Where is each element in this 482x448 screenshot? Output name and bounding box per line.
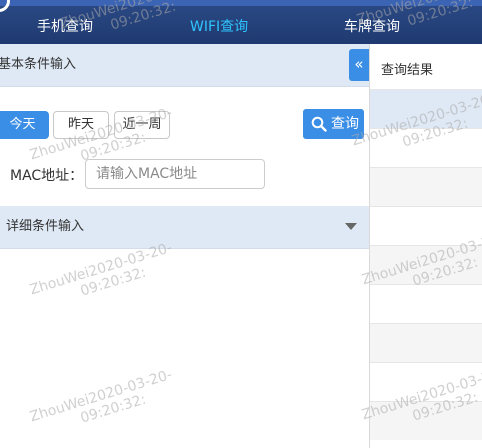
tab-phone-query[interactable]: 手机查询	[37, 18, 93, 36]
results-row	[370, 206, 482, 245]
basic-conditions-header: 基本条件输入	[0, 44, 369, 87]
caret-down-icon	[345, 223, 357, 230]
results-row	[370, 362, 482, 401]
today-button[interactable]: 今天	[0, 111, 49, 139]
results-row	[370, 401, 482, 440]
query-button[interactable]: 查询	[303, 109, 364, 139]
query-conditions-panel: 基本条件输入 « 今天 昨天 近一周 查询 MAC地址： 详细条件输入	[0, 44, 369, 448]
detail-conditions-header[interactable]: 详细条件输入	[0, 206, 369, 249]
double-chevron-left-icon[interactable]: «	[349, 49, 369, 81]
last-week-button[interactable]: 近一周	[114, 111, 170, 139]
tab-wifi-query[interactable]: WIFI查询	[190, 18, 248, 36]
query-results-title: 查询结果	[381, 63, 434, 78]
query-results-panel: 查询结果	[369, 44, 482, 448]
top-nav-bar: 手机查询 WIFI查询 车牌查询	[0, 0, 482, 44]
basic-conditions-title: 基本条件输入	[0, 57, 77, 72]
results-row	[370, 323, 482, 362]
query-button-label: 查询	[331, 116, 359, 132]
tab-plate-query[interactable]: 车牌查询	[344, 18, 400, 36]
results-row	[370, 167, 482, 206]
yesterday-button[interactable]: 昨天	[53, 111, 109, 139]
results-row	[370, 284, 482, 323]
mac-address-label: MAC地址：	[10, 168, 84, 184]
detail-conditions-title: 详细条件输入	[6, 219, 85, 234]
results-row	[370, 245, 482, 284]
mac-address-input[interactable]	[85, 159, 265, 189]
search-icon	[311, 116, 327, 132]
results-header-row	[370, 89, 482, 128]
logo-ring-icon	[0, 0, 10, 12]
results-row	[370, 128, 482, 167]
top-accent-strip	[0, 0, 482, 6]
